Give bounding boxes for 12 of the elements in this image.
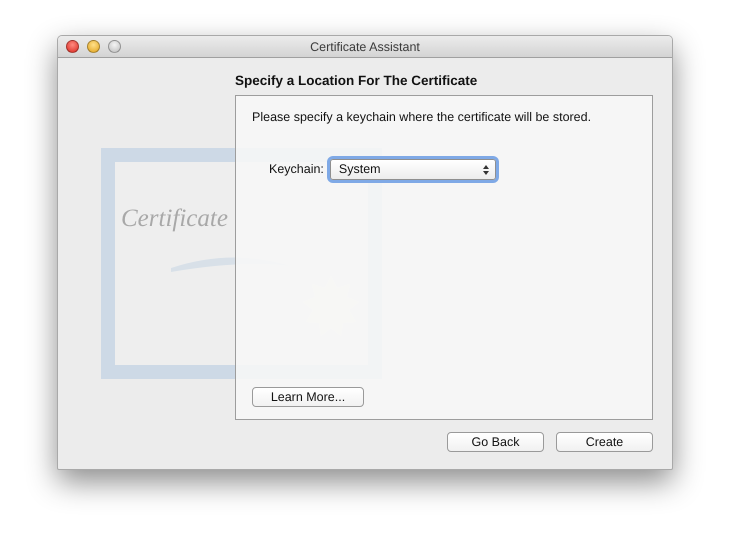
instruction-text: Please specify a keychain where the certificate will be stored. xyxy=(252,109,592,126)
window-title: Certificate Assistant xyxy=(309,39,421,56)
step-heading: Specify a Location For The Certificate xyxy=(235,72,478,90)
keychain-select[interactable]: System xyxy=(330,159,496,180)
zoom-button[interactable] xyxy=(108,40,121,53)
keychain-label: Keychain: xyxy=(269,161,324,178)
create-button[interactable]: Create xyxy=(556,432,653,452)
go-back-button[interactable]: Go Back xyxy=(447,432,544,452)
learn-more-button[interactable]: Learn More... xyxy=(252,387,364,408)
minimize-button[interactable] xyxy=(87,40,100,53)
close-button[interactable] xyxy=(66,40,79,53)
stepper-arrows-icon xyxy=(482,164,489,174)
